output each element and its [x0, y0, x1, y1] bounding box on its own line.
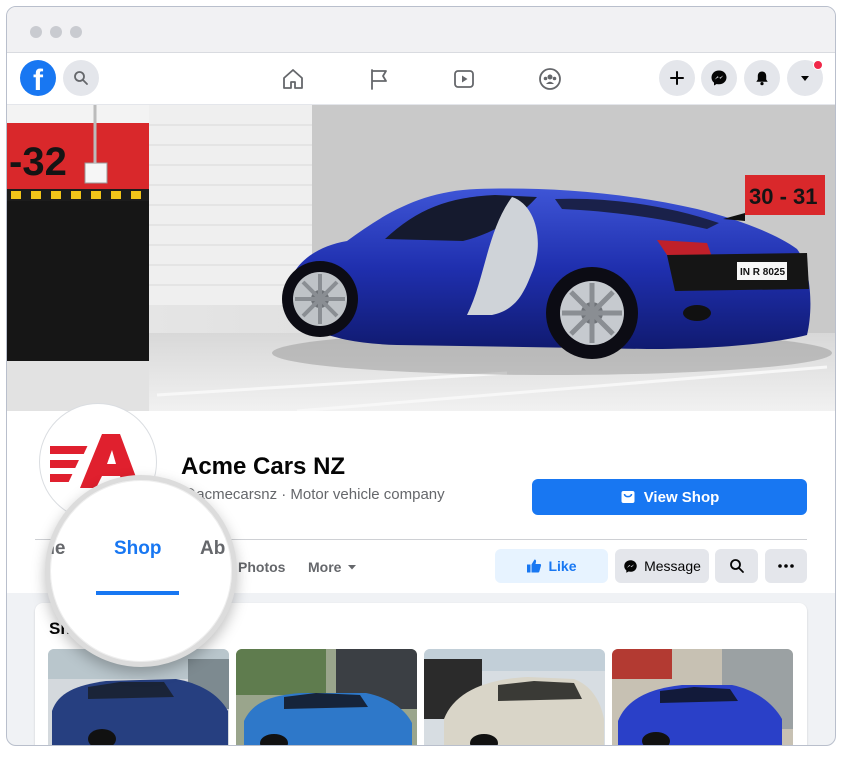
product-image: [236, 649, 417, 745]
window-dot-minimize[interactable]: [50, 26, 62, 38]
tab-photos[interactable]: Photos: [238, 559, 285, 575]
flag-icon: [371, 69, 387, 90]
thumbs-up-icon: [527, 559, 542, 573]
view-shop-button[interactable]: View Shop: [532, 479, 807, 515]
message-button[interactable]: Message: [615, 549, 709, 583]
search-button[interactable]: [63, 60, 99, 96]
tab-more[interactable]: More: [308, 559, 357, 575]
parking-sign-right: 30 - 31: [749, 184, 818, 209]
watch-nav-button[interactable]: [448, 63, 480, 95]
like-button[interactable]: Like: [495, 549, 608, 583]
window-dot-close[interactable]: [30, 26, 42, 38]
home-icon: [283, 69, 303, 89]
active-tab-indicator: [96, 591, 179, 595]
like-label: Like: [548, 558, 577, 574]
search-icon: [74, 71, 88, 85]
page-title: Acme Cars NZ: [181, 453, 346, 480]
facebook-logo-letter: f: [33, 64, 43, 96]
magnifier-overlay: me Shop Ab: [45, 475, 237, 667]
search-icon: [729, 559, 744, 573]
pages-nav-button[interactable]: [363, 63, 395, 95]
plus-icon: [670, 71, 684, 85]
tab-about[interactable]: Ab: [200, 538, 225, 560]
message-label: Message: [644, 558, 701, 574]
messenger-icon: [711, 70, 727, 86]
shop-icon: [621, 491, 635, 503]
page-search-button[interactable]: [715, 549, 758, 583]
window-dot-maximize[interactable]: [70, 26, 82, 38]
messenger-icon: [624, 559, 637, 573]
parking-sign-left: -32: [9, 140, 67, 184]
product-card[interactable]: [612, 649, 793, 745]
account-menu-button[interactable]: [787, 60, 823, 96]
cover-photo[interactable]: -32 30 - 31 IN R 8025: [7, 105, 835, 411]
home-nav-button[interactable]: [277, 63, 309, 95]
bell-icon: [756, 71, 768, 86]
tab-about-label: Ab: [200, 538, 226, 559]
caret-down-icon: [348, 565, 357, 570]
product-card[interactable]: [236, 649, 417, 745]
facebook-top-nav: f: [7, 53, 835, 105]
product-card[interactable]: [424, 649, 605, 745]
notifications-button[interactable]: [744, 60, 780, 96]
tab-shop[interactable]: Shop: [114, 538, 162, 560]
tab-shop-label: Shop: [114, 538, 162, 559]
browser-chrome: [7, 7, 835, 53]
more-options-button[interactable]: [765, 549, 807, 583]
facebook-logo[interactable]: f: [20, 60, 56, 96]
product-image: [612, 649, 793, 745]
messenger-button[interactable]: [701, 60, 737, 96]
groups-icon: [539, 68, 561, 90]
caret-down-icon: [801, 76, 809, 81]
view-shop-label: View Shop: [643, 488, 720, 506]
cover-image: -32 30 - 31 IN R 8025: [7, 105, 835, 411]
ellipsis-icon: [778, 564, 794, 568]
create-button[interactable]: [659, 60, 695, 96]
license-plate: IN R 8025: [740, 267, 785, 278]
notification-badge: [813, 60, 823, 70]
video-icon: [454, 70, 474, 88]
groups-nav-button[interactable]: [534, 63, 566, 95]
product-image: [424, 649, 605, 745]
tab-more-label: More: [308, 559, 342, 575]
